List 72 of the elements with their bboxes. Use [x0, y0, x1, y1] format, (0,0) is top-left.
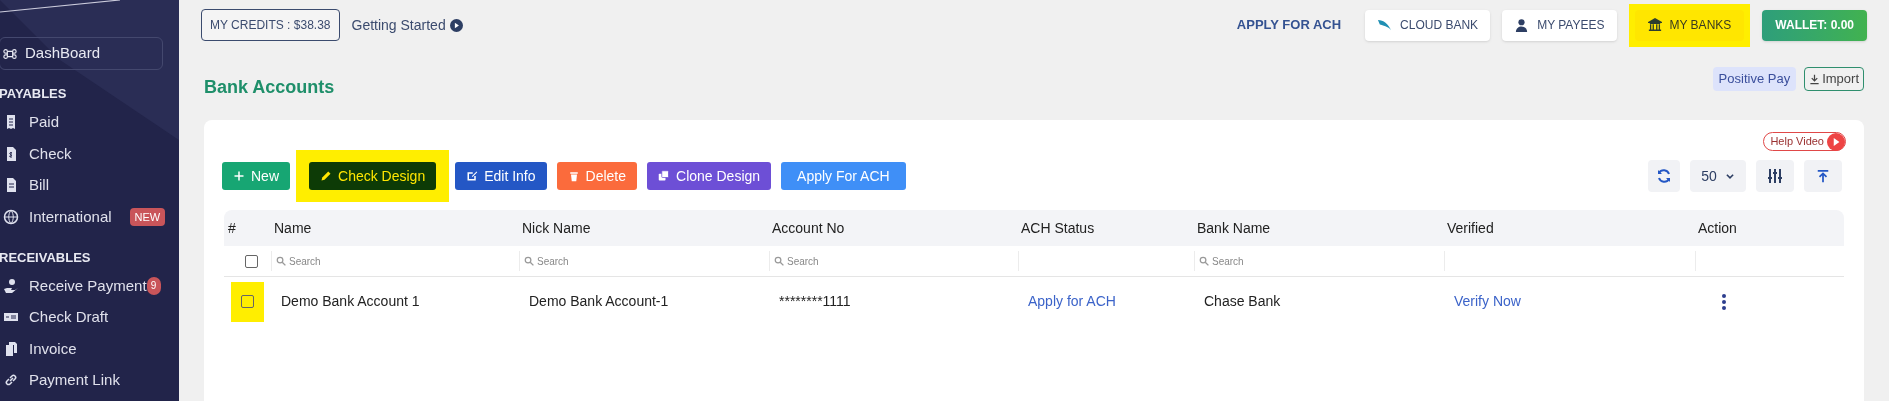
column-header: Bank Name	[1197, 220, 1271, 236]
search-icon	[524, 256, 534, 266]
edit-icon	[466, 170, 479, 182]
trash-icon	[567, 170, 580, 182]
search-icon	[1199, 256, 1209, 266]
table-cell: Demo Bank Account-1	[529, 293, 669, 309]
toolbar-button[interactable]: Edit Info	[455, 162, 547, 190]
search-field[interactable]: Search	[1212, 253, 1292, 269]
refresh-button[interactable]	[1648, 160, 1680, 192]
more-options-icon[interactable]	[1721, 292, 1727, 311]
section-heading: PAYABLES	[0, 85, 68, 103]
plus-icon	[233, 170, 245, 182]
top-button[interactable]: CLOUD BANK	[1365, 9, 1491, 41]
refresh-icon	[1656, 168, 1672, 184]
sidebar-item[interactable]: Invoice	[0, 333, 179, 365]
page-size-select[interactable]: 50	[1690, 160, 1746, 192]
chevron-down-icon	[1724, 171, 1735, 181]
person-icon	[1514, 17, 1530, 33]
count-badge: 9	[146, 276, 161, 295]
checkbox[interactable]	[245, 254, 258, 268]
checkbox[interactable]	[241, 295, 254, 308]
column-header: Nick Name	[522, 220, 591, 236]
table-cell: Demo Bank Account 1	[281, 293, 420, 309]
sliders-icon	[1767, 168, 1783, 184]
dashboard-item[interactable]: DashBoard	[0, 37, 163, 70]
sidebar-item[interactable]: Paid	[0, 106, 179, 138]
table-link[interactable]: Apply for ACH	[1028, 293, 1116, 309]
command-icon	[3, 46, 17, 61]
download-icon	[1809, 73, 1821, 85]
column-header: Account No	[772, 220, 845, 236]
table-cell: Chase Bank	[1204, 293, 1281, 309]
column-header: ACH Status	[1021, 220, 1095, 236]
toolbar-button[interactable]: Check Design	[309, 162, 437, 190]
arrow-up-icon	[1816, 169, 1830, 183]
import-button[interactable]: Import	[1804, 67, 1864, 91]
column-settings-button[interactable]	[1756, 160, 1794, 192]
my-banks-button[interactable]: MY BANKS	[1634, 9, 1745, 41]
sidebar-item[interactable]: Check	[0, 138, 179, 170]
page-title: Bank Accounts	[204, 75, 335, 99]
sidebar-item[interactable]: Check Draft	[0, 301, 179, 333]
positive-pay-link[interactable]: Positive Pay	[1712, 67, 1797, 91]
new-badge: NEW	[129, 207, 166, 226]
credits-badge: MY CREDITS : $38.38	[201, 9, 340, 41]
table-cell: ********1111	[779, 293, 851, 309]
sidebar-item[interactable]: Payment Link	[0, 364, 179, 396]
toolbar-button[interactable]: Clone Design	[647, 162, 772, 190]
getting-started-link[interactable]: Getting Started	[351, 14, 463, 36]
sidebar-item[interactable]: Bill	[0, 169, 179, 201]
column-header: #	[228, 220, 236, 236]
bank-icon	[1647, 18, 1662, 32]
section-heading: RECEIVABLES	[0, 248, 92, 267]
search-field[interactable]: Search	[537, 253, 617, 269]
column-header: Name	[274, 220, 312, 236]
column-header: Action	[1698, 220, 1737, 236]
copy-icon	[658, 170, 670, 182]
table-link[interactable]: Verify Now	[1454, 293, 1521, 309]
sidebar-item[interactable]: International NEW	[0, 201, 179, 233]
search-field[interactable]: Search	[787, 253, 867, 269]
sidebar-item[interactable]: Receive Payment 9	[0, 270, 179, 302]
play-icon	[1827, 132, 1845, 151]
scroll-top-button[interactable]	[1804, 160, 1842, 192]
search-icon	[276, 256, 286, 266]
search-icon	[774, 256, 784, 266]
apply-for-ach-link[interactable]: APPLY FOR ACH	[1236, 15, 1342, 35]
search-field[interactable]: Search	[289, 253, 369, 269]
globe-icon	[3, 208, 19, 225]
top-button[interactable]: MY PAYEES	[1502, 9, 1617, 41]
bird-wing-icon	[1377, 17, 1393, 33]
pencil-icon	[320, 170, 332, 182]
copy-document-icon	[3, 340, 19, 357]
play-icon	[449, 18, 463, 32]
column-header: Verified	[1447, 220, 1494, 236]
